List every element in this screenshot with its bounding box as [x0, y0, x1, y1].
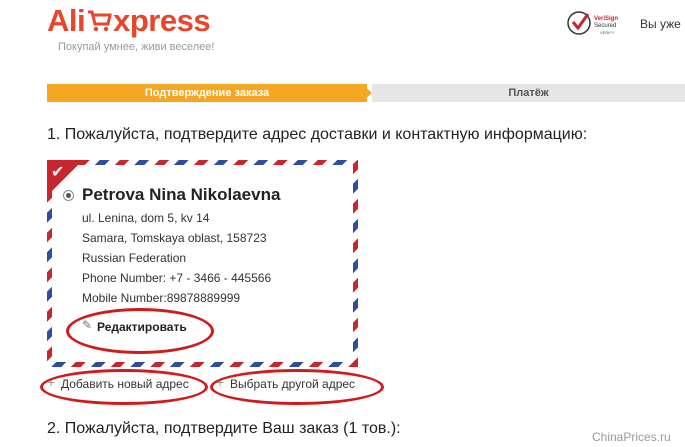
annotation-ellipse-choose [210, 369, 384, 405]
watermark: ChinaPrices.ru [592, 430, 671, 444]
verisign-line2: Secured [594, 23, 616, 29]
tagline: Покупай умнее, живи веселее! [58, 41, 215, 53]
verisign-line3: VERIFY [600, 30, 615, 35]
verisign-check-icon: VeriSign Secured VERIFY [567, 11, 618, 35]
section1-title: 1. Пожалуйста, подтвердите адрес доставк… [47, 126, 588, 143]
address-city: Samara, Tomskaya oblast, 158723 [82, 231, 267, 245]
section2-title: 2. Пожалуйста, подтвердите Ваш заказ (1 … [47, 420, 401, 437]
address-country: Russian Federation [82, 251, 187, 265]
address-radio-dot [66, 193, 71, 198]
progress-step-confirm-label: Подтверждение заказа [144, 87, 270, 99]
annotation-ellipse-add [40, 369, 208, 405]
recipient-name: Petrova Nina Nikolaevna [82, 185, 281, 204]
address-mobile: Mobile Number:89878889999 [82, 291, 241, 305]
verisign-line1: VeriSign [594, 16, 618, 22]
cart-icon [88, 10, 112, 32]
aliexpress-logo[interactable]: Ali xpress [47, 3, 211, 39]
progress-step-payment-label: Платёж [508, 87, 549, 99]
verisign-badge[interactable]: VeriSign Secured VERIFY [566, 9, 628, 39]
address-phone: Phone Number: +7 - 3466 - 445566 [82, 271, 272, 285]
annotation-ellipse-edit [66, 308, 214, 354]
check-icon: ✔ [51, 164, 65, 181]
address-street: ul. Lenina, dom 5, kv 14 [82, 211, 210, 225]
login-text[interactable]: Вы уже в [640, 17, 685, 31]
